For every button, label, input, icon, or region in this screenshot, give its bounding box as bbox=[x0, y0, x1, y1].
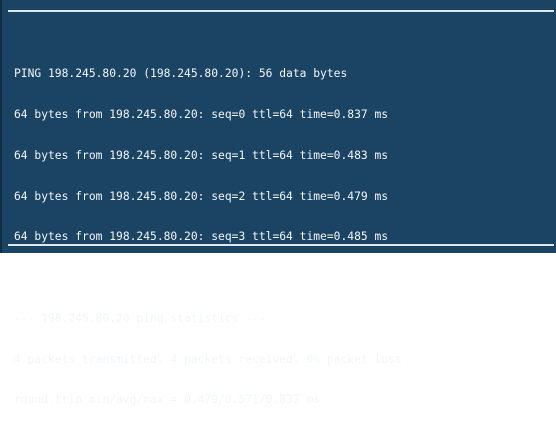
bottom-divider bbox=[8, 244, 554, 246]
ping-reply-line: 64 bytes from 198.245.80.20: seq=2 ttl=6… bbox=[14, 189, 389, 203]
ping-reply-line: 64 bytes from 198.245.80.20: seq=1 ttl=6… bbox=[14, 148, 389, 162]
round-trip-line: round-trip min/avg/max = 0.479/0.571/0.8… bbox=[14, 393, 321, 407]
stats-header-line: --- 198.245.80.20 ping statistics --- bbox=[14, 311, 266, 325]
terminal-window[interactable]: PING 198.245.80.20 (198.245.80.20): 56 d… bbox=[0, 0, 556, 406]
ping-reply-line: 64 bytes from 198.245.80.20: seq=3 ttl=6… bbox=[14, 230, 389, 244]
ping-header-line: PING 198.245.80.20 (198.245.80.20): 56 d… bbox=[14, 67, 348, 81]
packets-summary-line: 4 packets transmitted, 4 packets receive… bbox=[14, 352, 402, 366]
terminal-output: PING 198.245.80.20 (198.245.80.20): 56 d… bbox=[14, 40, 550, 434]
top-divider bbox=[8, 10, 554, 12]
ping-reply-line: 64 bytes from 198.245.80.20: seq=0 ttl=6… bbox=[14, 107, 389, 121]
